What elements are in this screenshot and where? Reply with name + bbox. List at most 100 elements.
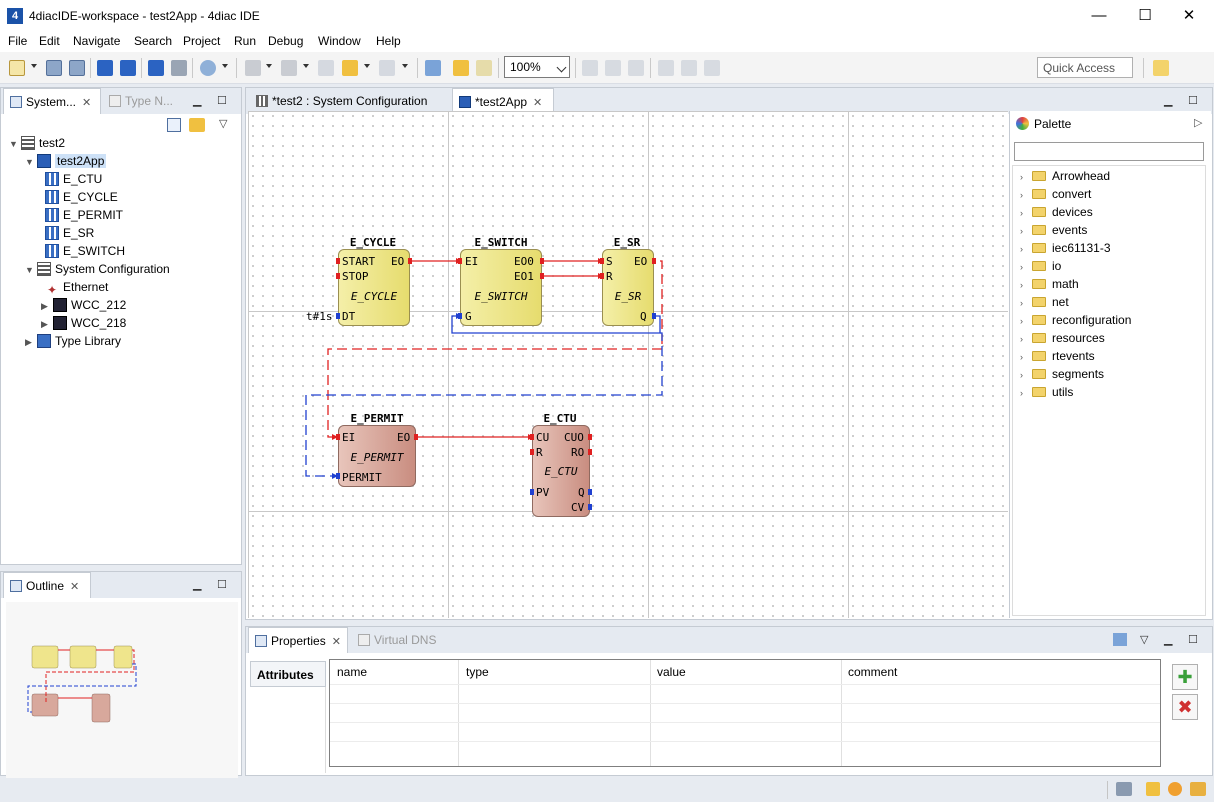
palette-folder-utils[interactable]: › utils xyxy=(1020,383,1073,401)
palette-folder-devices[interactable]: › devices xyxy=(1020,203,1093,221)
close-window-button[interactable]: ✕ xyxy=(1166,0,1212,32)
tab-system-explorer[interactable]: System... ✕ xyxy=(3,88,101,114)
minimize-button[interactable]: — xyxy=(1076,0,1122,32)
menu-project[interactable]: Project xyxy=(183,34,220,48)
fb-permit-port-permit[interactable]: PERMIT xyxy=(342,471,382,484)
view-menu-icon[interactable]: ▽ xyxy=(1140,633,1148,646)
import-icon[interactable] xyxy=(171,60,187,76)
last-edit-icon[interactable] xyxy=(318,60,334,76)
menu-file[interactable]: File xyxy=(8,34,27,48)
close-icon[interactable]: ✕ xyxy=(332,636,341,648)
fb-permit-name[interactable]: E_PERMIT xyxy=(338,412,416,425)
palette-folder-rtevents[interactable]: › rtevents xyxy=(1020,347,1095,365)
pin-view-icon[interactable] xyxy=(1113,633,1127,646)
tab-virtual-dns[interactable]: Virtual DNS xyxy=(354,627,454,653)
remove-attribute-button[interactable]: ✖ xyxy=(1172,694,1198,720)
palette-folder-net[interactable]: › net xyxy=(1020,293,1069,311)
tab-properties[interactable]: Properties ✕ xyxy=(248,627,348,653)
back-dropdown-icon[interactable] xyxy=(364,64,370,68)
minimize-icon[interactable]: ▁ xyxy=(193,578,201,591)
tree-item-e-cycle[interactable]: E_CYCLE xyxy=(45,188,118,206)
fb-cycle-param-dt[interactable]: t#1s xyxy=(306,310,333,323)
tab-outline[interactable]: Outline ✕ xyxy=(3,572,91,598)
align-middle-icon[interactable] xyxy=(681,60,697,76)
attributes-tab[interactable]: Attributes xyxy=(250,661,326,687)
tree-item-test2app[interactable]: ▼ test2App xyxy=(25,152,107,170)
save-icon[interactable] xyxy=(46,60,62,76)
next-annotation-icon[interactable] xyxy=(245,60,261,76)
tree-item-test2[interactable]: ▼ test2 xyxy=(9,134,65,152)
fb-permit-port-eo[interactable]: EO xyxy=(397,431,410,444)
new-icon[interactable] xyxy=(9,60,25,76)
fb-sr-port-eo[interactable]: EO xyxy=(634,255,647,268)
progress-icon[interactable] xyxy=(1116,782,1132,796)
tree-item-e-permit[interactable]: E_PERMIT xyxy=(45,206,123,224)
fb-cycle-port-stop[interactable]: STOP xyxy=(342,270,369,283)
fb-ctu-port-pv[interactable]: PV xyxy=(536,486,549,499)
align-left-icon[interactable] xyxy=(582,60,598,76)
maximize-icon[interactable]: ☐ xyxy=(217,94,227,107)
close-icon[interactable]: ✕ xyxy=(533,97,542,109)
fb-sr-port-q[interactable]: Q xyxy=(640,310,647,323)
outline-thumbnail[interactable] xyxy=(6,602,238,782)
palette-folder-arrowhead[interactable]: › Arrowhead xyxy=(1020,167,1110,185)
book-icon[interactable] xyxy=(1146,782,1160,796)
fb-switch-name[interactable]: E_SWITCH xyxy=(460,236,542,249)
forward-dropdown-icon[interactable] xyxy=(402,64,408,68)
palette-folder-iec61131-3[interactable]: › iec61131-3 xyxy=(1020,239,1111,257)
fb-ctu-port-cuo[interactable]: CUO xyxy=(564,431,584,444)
fb-switch-port-g[interactable]: G xyxy=(465,310,472,323)
new-system-icon[interactable] xyxy=(97,60,113,76)
close-icon[interactable]: ✕ xyxy=(82,97,91,109)
fb-ctu-port-ro[interactable]: RO xyxy=(571,446,584,459)
palette-folder-events[interactable]: › events xyxy=(1020,221,1087,239)
undo-icon[interactable] xyxy=(453,60,469,76)
fb-cycle-port-dt[interactable]: DT xyxy=(342,310,355,323)
column-header-name[interactable]: name xyxy=(337,665,367,679)
fb-ctu-port-cv[interactable]: CV xyxy=(571,501,584,514)
close-icon[interactable]: ✕ xyxy=(70,581,79,593)
search-icon[interactable] xyxy=(200,60,216,76)
fb-sr-port-r[interactable]: R xyxy=(606,270,613,283)
menu-run[interactable]: Run xyxy=(234,34,256,48)
maximize-icon[interactable]: ☐ xyxy=(1188,94,1198,107)
back-icon[interactable] xyxy=(342,60,358,76)
new-type-icon[interactable] xyxy=(148,60,164,76)
tree-item-e-sr[interactable]: E_SR xyxy=(45,224,94,242)
column-header-type[interactable]: type xyxy=(466,665,489,679)
fb-ctu-port-q[interactable]: Q xyxy=(578,486,585,499)
menu-help[interactable]: Help xyxy=(376,34,401,48)
maximize-button[interactable]: ☐ xyxy=(1122,0,1168,32)
minimize-icon[interactable]: ▁ xyxy=(1164,94,1172,107)
maximize-icon[interactable]: ☐ xyxy=(217,578,227,591)
palette-folder-io[interactable]: › io xyxy=(1020,257,1061,275)
save-all-icon[interactable] xyxy=(69,60,85,76)
previous-annotation-dropdown-icon[interactable] xyxy=(303,64,309,68)
quick-access-input[interactable]: Quick Access xyxy=(1037,57,1133,78)
collapse-all-icon[interactable] xyxy=(167,118,181,132)
tree-item-e-ctu[interactable]: E_CTU xyxy=(45,170,102,188)
fb-ctu-port-cu[interactable]: CU xyxy=(536,431,549,444)
align-center-icon[interactable] xyxy=(605,60,621,76)
palette-search-input[interactable] xyxy=(1014,142,1204,161)
new-dropdown-icon[interactable] xyxy=(31,64,37,68)
fb-ctu-port-r[interactable]: R xyxy=(536,446,543,459)
minimize-icon[interactable]: ▁ xyxy=(193,94,201,107)
open-perspective-icon[interactable] xyxy=(1153,60,1169,76)
forward-icon[interactable] xyxy=(379,60,395,76)
tree-item-wcc-212[interactable]: ▶ WCC_212 xyxy=(41,296,126,314)
tree-item-ethernet[interactable]: ✦ Ethernet xyxy=(45,278,108,297)
maximize-icon[interactable]: ☐ xyxy=(1188,633,1198,646)
fb-switch-port-ei[interactable]: EI xyxy=(465,255,478,268)
palette-folder-math[interactable]: › math xyxy=(1020,275,1079,293)
fb-switch-port-eo1[interactable]: EO1 xyxy=(514,270,534,283)
tab-type-navigator[interactable]: Type N... xyxy=(105,88,185,114)
tree-item-e-switch[interactable]: E_SWITCH xyxy=(45,242,125,260)
view-menu-icon[interactable]: ▽ xyxy=(219,117,227,130)
next-annotation-dropdown-icon[interactable] xyxy=(266,64,272,68)
new-application-icon[interactable] xyxy=(120,60,136,76)
align-bottom-icon[interactable] xyxy=(704,60,720,76)
diagram-canvas[interactable]: E_CYCLE START STOP EO E_CYCLE DT t#1s E_… xyxy=(248,111,1008,618)
column-header-value[interactable]: value xyxy=(657,665,686,679)
fb-sr-name[interactable]: E_SR xyxy=(602,236,652,249)
